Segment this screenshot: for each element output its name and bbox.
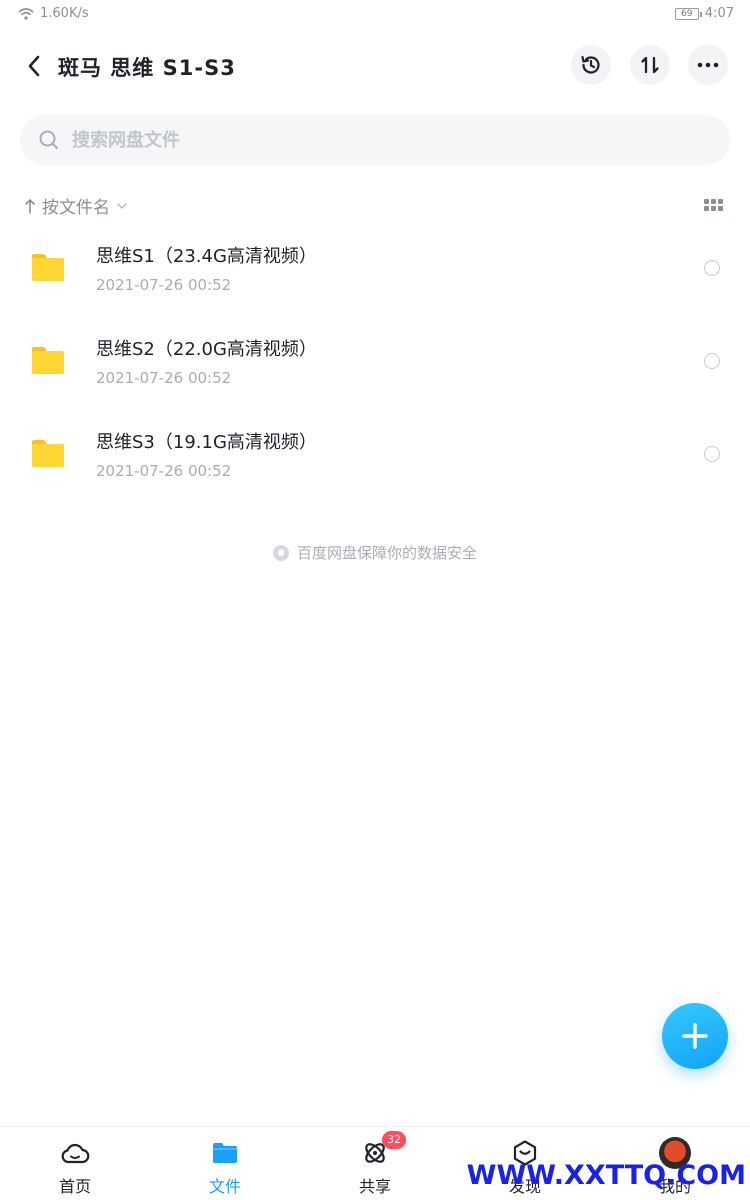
back-icon [28,55,40,77]
select-checkbox[interactable] [704,260,720,276]
clock: 4:07 [704,6,734,21]
tab-share[interactable]: 32 共享 [325,1131,425,1197]
nav-bar: 斑马 思维 S1-S3 [0,40,750,92]
file-date: 2021-07-26 00:52 [96,462,232,480]
list-item[interactable]: 思维S1（23.4G高清视频） 2021-07-26 00:52 [0,222,750,315]
watermark-text: WWW.XXTTQ.COM [466,1160,746,1191]
file-name: 思维S1（23.4G高清视频） [96,246,317,267]
select-checkbox[interactable] [704,353,720,369]
add-button[interactable] [662,1003,728,1069]
sort-label: 按文件名 [42,198,110,218]
file-date: 2021-07-26 00:52 [96,276,232,294]
folder-icon [32,440,64,467]
more-icon [697,62,719,68]
battery-icon: 69 [674,7,702,20]
history-icon [581,55,600,74]
status-bar: 1.60K/s 69 4:07 [0,0,750,30]
history-button[interactable] [571,45,611,85]
safety-note-text: 百度网盘保障你的数据安全 [296,544,477,562]
sort-arrow-icon [25,198,35,214]
wifi-icon [18,7,34,20]
folder-icon [213,1143,237,1163]
network-speed: 1.60K/s [40,6,89,21]
search-input[interactable] [72,129,672,151]
tab-label: 共享 [358,1177,391,1196]
list-item[interactable]: 思维S3（19.1G高清视频） 2021-07-26 00:52 [0,408,750,501]
list-item[interactable]: 思维S2（22.0G高清视频） 2021-07-26 00:52 [0,315,750,408]
file-list: 思维S1（23.4G高清视频） 2021-07-26 00:52 思维S2（22… [0,222,750,501]
plus-icon [682,1023,708,1049]
folder-icon [32,347,64,374]
safety-note: 百度网盘保障你的数据安全 [0,542,750,563]
notification-badge: 32 [382,1131,406,1149]
transfer-button[interactable] [630,45,670,85]
tab-label: 文件 [208,1177,241,1196]
tab-label: 首页 [58,1177,91,1196]
page-title: 斑马 思维 S1-S3 [58,56,236,80]
cloud-icon [61,1143,90,1164]
grid-view-icon[interactable] [704,199,723,213]
tab-files[interactable]: 文件 [175,1137,275,1197]
chevron-down-icon [117,202,127,209]
sort-row: 按文件名 [24,193,726,221]
back-button[interactable] [18,50,50,82]
file-name: 思维S3（19.1G高清视频） [96,432,317,453]
search-icon [39,130,58,149]
shield-icon [272,544,289,561]
sort-button[interactable]: 按文件名 [24,193,128,218]
sort-icon [641,56,659,74]
file-name: 思维S2（22.0G高清视频） [96,339,317,360]
file-date: 2021-07-26 00:52 [96,369,232,387]
tab-home[interactable]: 首页 [25,1137,125,1197]
folder-icon [32,254,64,281]
more-button[interactable] [688,45,728,85]
search-bar[interactable] [20,115,730,165]
select-checkbox[interactable] [704,446,720,462]
